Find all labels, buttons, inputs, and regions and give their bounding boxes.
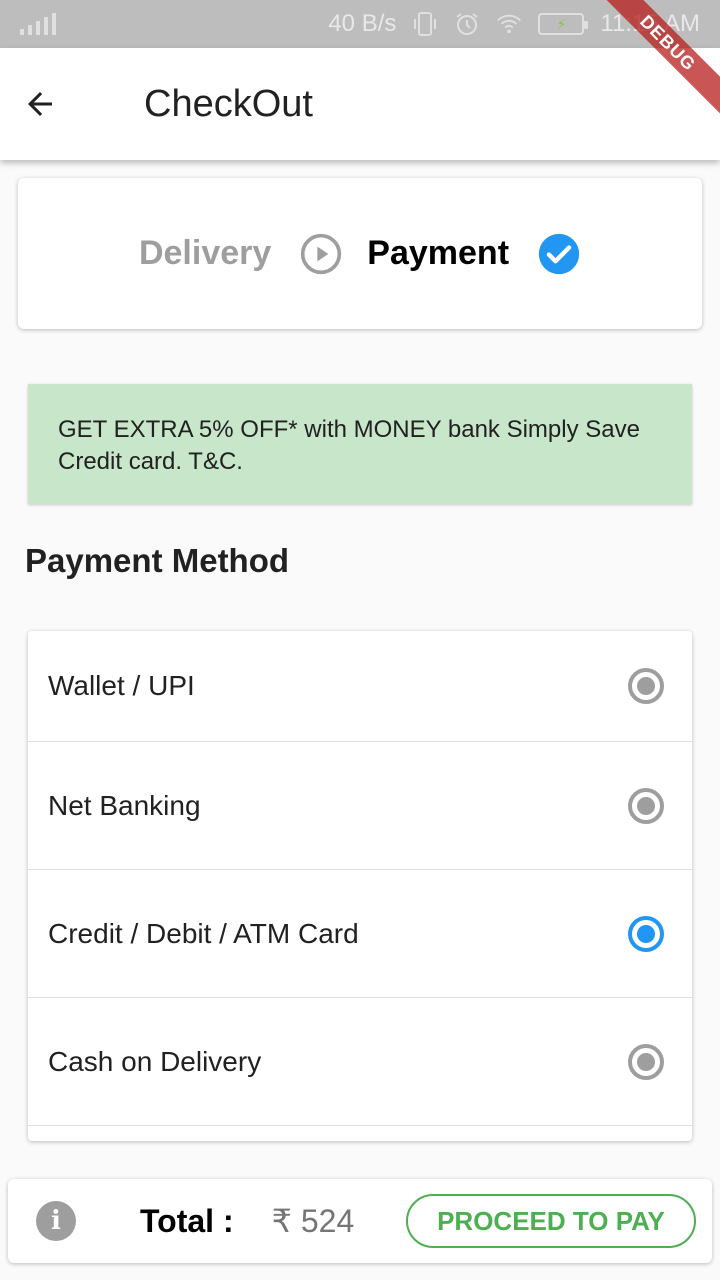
signal-icon (20, 13, 56, 35)
debug-banner: DEBUG (580, 0, 720, 140)
step-delivery[interactable]: Delivery (139, 232, 367, 276)
payment-option-net-banking[interactable]: Net Banking (28, 742, 692, 870)
offer-banner[interactable]: GET EXTRA 5% OFF* with MONEY bank Simply… (28, 384, 692, 504)
payment-method-title: Payment Method (25, 542, 290, 579)
step-payment[interactable]: Payment (367, 232, 581, 276)
payment-option-label: Credit / Debit / ATM Card (48, 917, 359, 949)
bottom-bar: i Total : ₹ 524 PROCEED TO PAY (8, 1179, 712, 1263)
arrow-back-icon (28, 92, 52, 116)
checkout-steps: Delivery Payment (18, 178, 702, 329)
payment-option-cod[interactable]: Cash on Delivery (28, 998, 692, 1126)
radio-button-selected[interactable] (628, 915, 664, 952)
payment-option-wallet-upi[interactable]: Wallet / UPI (28, 631, 692, 742)
play-circle-outline-icon (301, 233, 342, 274)
proceed-to-pay-button[interactable]: PROCEED TO PAY (406, 1194, 696, 1248)
page-title: CheckOut (144, 82, 313, 125)
payment-option-label: Net Banking (48, 789, 201, 821)
info-icon[interactable]: i (36, 1201, 76, 1241)
payment-method-list: Wallet / UPI Net Banking Credit / Debit … (28, 631, 692, 1141)
payment-option-label: Cash on Delivery (48, 1045, 262, 1077)
step-payment-label: Payment (367, 234, 510, 272)
wifi-icon (496, 11, 522, 37)
debug-banner-label: DEBUG (595, 0, 720, 116)
payment-option-card[interactable]: Credit / Debit / ATM Card (28, 870, 692, 998)
payment-option-label: Wallet / UPI (48, 670, 195, 701)
check-circle-icon (538, 233, 580, 274)
total-value: ₹ 524 (271, 1203, 355, 1239)
radio-button[interactable] (628, 787, 664, 824)
battery-icon: ⚡ (538, 13, 589, 35)
total-label: Total : (140, 1202, 234, 1239)
radio-button[interactable] (628, 668, 664, 704)
step-delivery-label: Delivery (138, 234, 272, 272)
back-button[interactable] (0, 64, 80, 144)
vibrate-icon (412, 11, 438, 37)
radio-button[interactable] (628, 1043, 664, 1080)
net-speed: 40 B/s (328, 10, 397, 37)
offer-text: GET EXTRA 5% OFF* with MONEY bank Simply… (58, 416, 640, 475)
alarm-icon (454, 11, 480, 37)
